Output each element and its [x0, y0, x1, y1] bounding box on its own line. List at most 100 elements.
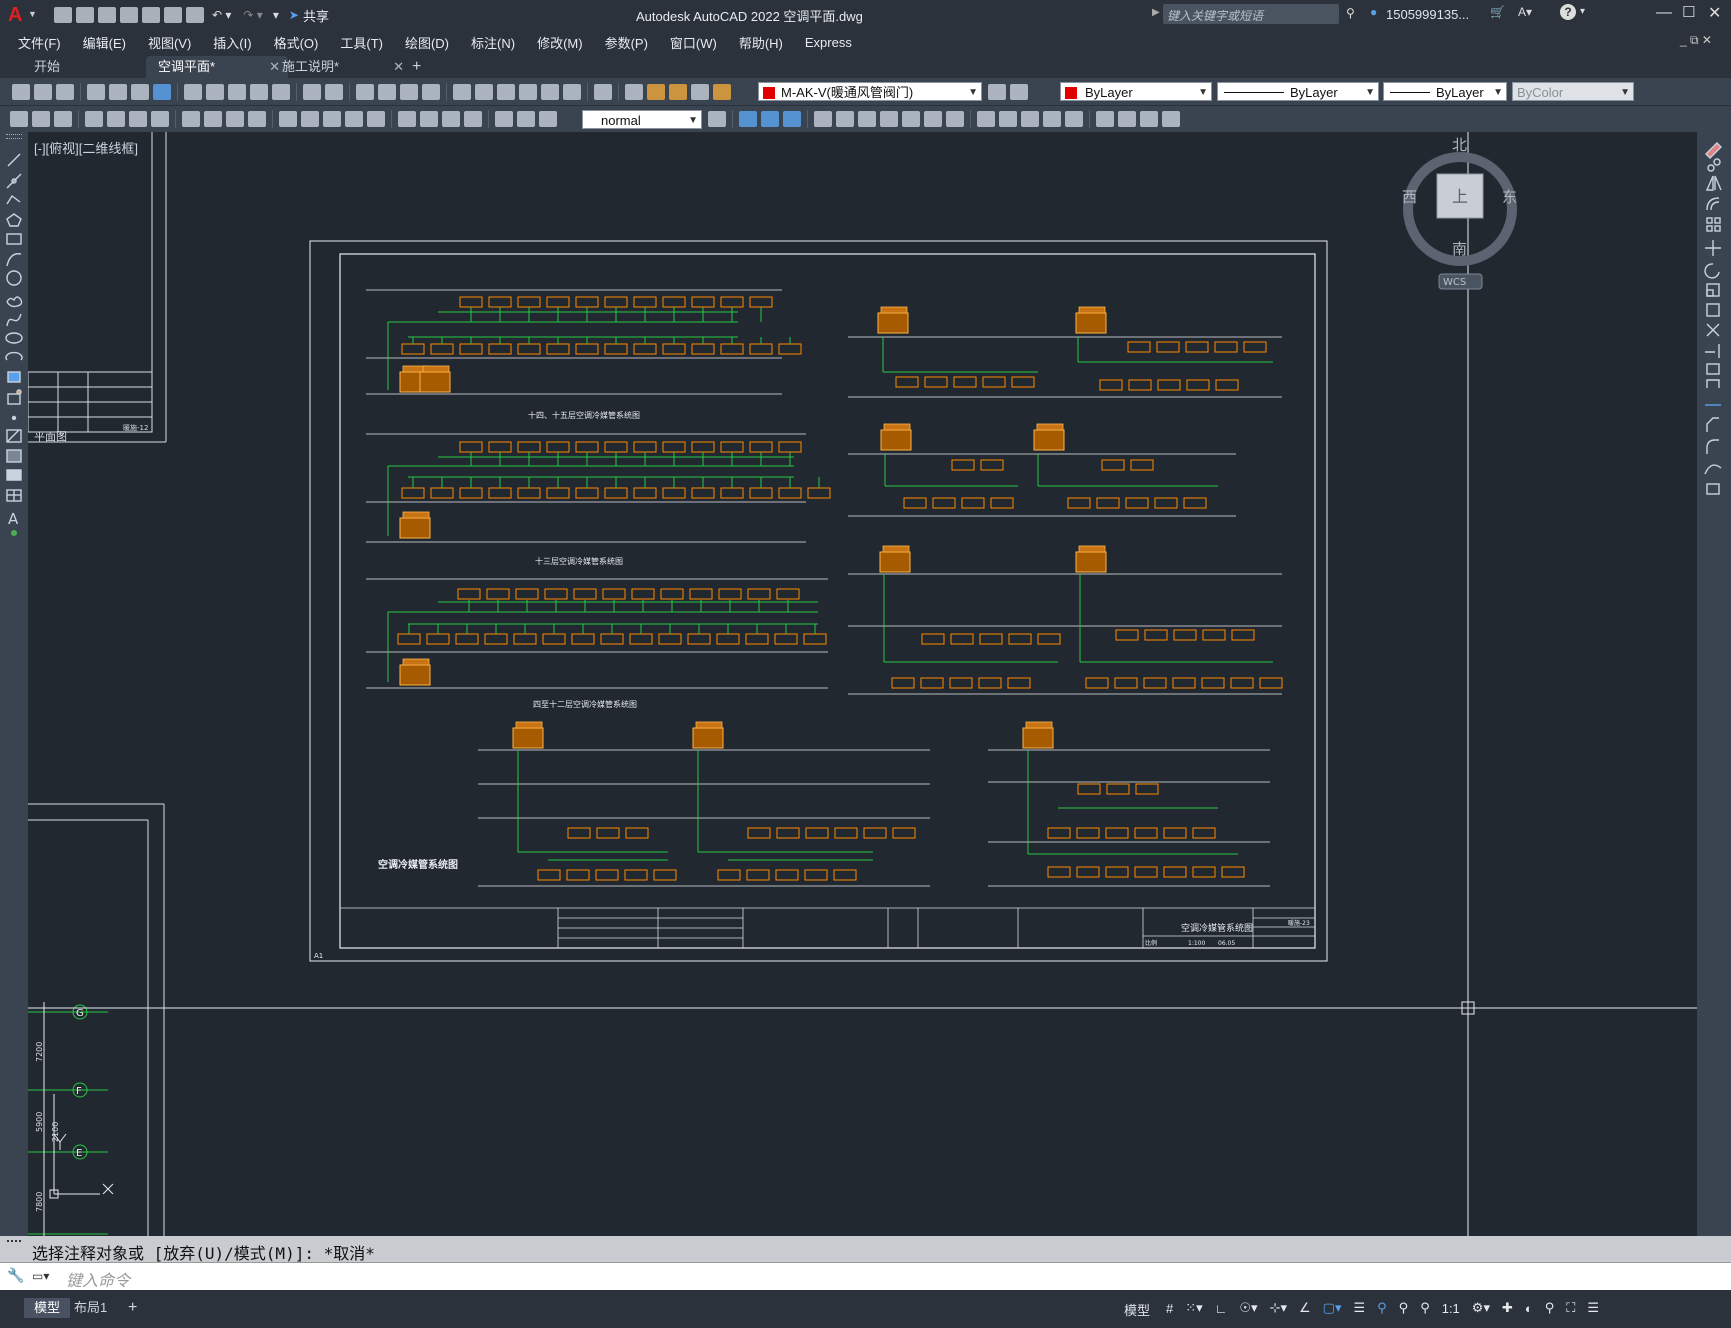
share-button[interactable]: 共享	[303, 6, 329, 25]
spline-icon[interactable]	[6, 313, 22, 327]
make-block-icon[interactable]	[7, 389, 22, 405]
doc-window-controls[interactable]: _ ⧉ ✕	[1680, 33, 1712, 48]
copy-icon[interactable]	[206, 84, 224, 100]
annotation-visibility-icon[interactable]: ⚲	[1377, 1300, 1387, 1316]
search-expand-icon[interactable]: ▶	[1152, 7, 1160, 18]
menu-item-12[interactable]: Express	[794, 35, 863, 50]
command-grip[interactable]	[7, 1240, 21, 1258]
model-space-button[interactable]: 模型	[1124, 1300, 1150, 1319]
insert-block-icon[interactable]	[7, 371, 21, 383]
move-icon[interactable]	[739, 111, 757, 127]
viewcube-east[interactable]: 东	[1502, 188, 1517, 206]
open-icon[interactable]	[34, 84, 52, 100]
view-top-icon[interactable]	[1065, 111, 1083, 127]
open-web-icon[interactable]	[142, 7, 160, 23]
jogged-linear-icon[interactable]	[464, 111, 482, 127]
layer-properties-icon[interactable]	[625, 84, 643, 100]
tab-start[interactable]: 开始	[22, 56, 164, 78]
text-style-combo[interactable]: normal ▼	[582, 110, 702, 129]
viewcube[interactable]: 上 北 南 东 西 WCS	[1402, 136, 1517, 290]
help-chevron-icon[interactable]: ▾	[1580, 6, 1585, 17]
revcloud-icon[interactable]	[6, 296, 23, 308]
preview-icon[interactable]	[109, 84, 127, 100]
dim-continue-icon[interactable]	[323, 111, 341, 127]
ellipse-arc-icon[interactable]	[5, 351, 23, 361]
toolbar-grip[interactable]	[6, 134, 22, 139]
customize-qat-icon[interactable]: ▾	[273, 8, 279, 22]
dim-text-edit-icon[interactable]	[517, 111, 535, 127]
new-tab-plus-icon[interactable]: +	[400, 56, 433, 78]
layer-lock-icon[interactable]	[713, 84, 731, 100]
hardware-accel-icon[interactable]: ⚲	[1545, 1300, 1555, 1316]
cut-icon[interactable]	[184, 84, 202, 100]
polygon-icon[interactable]	[6, 213, 22, 227]
ucs-face-icon[interactable]	[880, 111, 898, 127]
mirror-icon[interactable]	[783, 111, 801, 127]
mirror-icon[interactable]	[1705, 175, 1722, 191]
user-name[interactable]: 1505999135...	[1386, 7, 1469, 22]
layout-tab-layout1[interactable]: 布局1	[64, 1298, 117, 1318]
command-input[interactable]: 键入命令	[66, 1265, 1716, 1290]
extend-icon[interactable]	[1705, 344, 1720, 358]
gradient-icon[interactable]	[6, 449, 22, 463]
color-combo[interactable]: ByLayer ▼	[1060, 82, 1212, 101]
help-icon[interactable]: ?	[1560, 4, 1576, 20]
view-back-icon[interactable]	[999, 111, 1017, 127]
dim-radius-icon[interactable]	[182, 111, 200, 127]
dim-ordinate-icon[interactable]	[151, 111, 169, 127]
redo-icon[interactable]	[325, 84, 343, 100]
table-icon[interactable]	[6, 489, 22, 502]
open-icon[interactable]	[76, 7, 94, 23]
dim-linear-icon[interactable]	[85, 111, 103, 127]
add-selected-icon[interactable]	[11, 530, 17, 536]
block-editor-icon[interactable]	[272, 84, 290, 100]
array-icon[interactable]	[1706, 217, 1721, 232]
annotation-scale-icon[interactable]: ⚲	[1420, 1300, 1430, 1316]
viewcube-west[interactable]: 西	[1402, 188, 1417, 206]
menu-item-6[interactable]: 绘图(D)	[394, 33, 460, 52]
explode-icon[interactable]	[1706, 483, 1720, 495]
layer-on-icon[interactable]	[647, 84, 665, 100]
fillet-icon[interactable]	[1706, 439, 1719, 454]
dim-space-icon[interactable]	[345, 111, 363, 127]
polar-icon[interactable]: ☉▾	[1239, 1300, 1257, 1316]
lineweight-icon[interactable]: ☰	[1353, 1300, 1365, 1316]
tab-construction-notes[interactable]: 施工说明* ✕	[270, 56, 412, 78]
dim-diameter-icon[interactable]	[226, 111, 244, 127]
snap-icon[interactable]: ⁙▾	[1185, 1300, 1202, 1316]
menu-item-9[interactable]: 参数(P)	[594, 33, 659, 52]
3d-print-icon[interactable]	[153, 84, 171, 100]
layer-previous-icon[interactable]	[1010, 84, 1028, 100]
undo-icon[interactable]	[303, 84, 321, 100]
plot-icon[interactable]	[186, 7, 204, 23]
menu-item-11[interactable]: 帮助(H)	[728, 33, 794, 52]
polyline-icon[interactable]	[6, 194, 21, 205]
layer-combo[interactable]: M-AK-V(暖通风管阀门) ▼	[758, 82, 982, 101]
properties-icon[interactable]	[453, 84, 471, 100]
search-input[interactable]: 键入关键字或短语	[1163, 4, 1339, 24]
ellipse-icon[interactable]	[5, 332, 23, 344]
ucs-previous-icon[interactable]	[858, 111, 876, 127]
dim-angular-icon[interactable]	[248, 111, 266, 127]
annotation-scale-value[interactable]: 1:1	[1442, 1301, 1460, 1316]
match-prop-icon[interactable]	[250, 84, 268, 100]
model-space-canvas[interactable]: [-][俯视][二维线框] 平面图 暖施-12 G F E 7200 5900 …	[28, 132, 1697, 1236]
layer-thaw-icon[interactable]	[669, 84, 687, 100]
object-snap-tracking-icon[interactable]: ∠	[1299, 1300, 1311, 1316]
user-icon[interactable]: ●	[1370, 5, 1377, 19]
qnew-icon[interactable]	[12, 84, 30, 100]
dim-arc-icon[interactable]	[129, 111, 147, 127]
circle-icon[interactable]	[6, 270, 22, 286]
menu-item-0[interactable]: 文件(F)	[7, 33, 72, 52]
isolate-objects-icon[interactable]: ◐	[1525, 1301, 1533, 1316]
mtext-icon[interactable]: A	[8, 510, 19, 528]
tab-ac-plan[interactable]: 空调平面* ✕	[146, 56, 288, 78]
workspace-gear-icon[interactable]: ⚙▾	[1472, 1300, 1490, 1316]
view-front-icon[interactable]	[977, 111, 995, 127]
plot-icon[interactable]	[87, 84, 105, 100]
text-front-icon[interactable]	[54, 111, 72, 127]
qdim-icon[interactable]	[279, 111, 297, 127]
minimize-icon[interactable]: —	[1656, 4, 1672, 22]
make-current-layer-icon[interactable]	[988, 84, 1006, 100]
dim-jogged-icon[interactable]	[204, 111, 222, 127]
